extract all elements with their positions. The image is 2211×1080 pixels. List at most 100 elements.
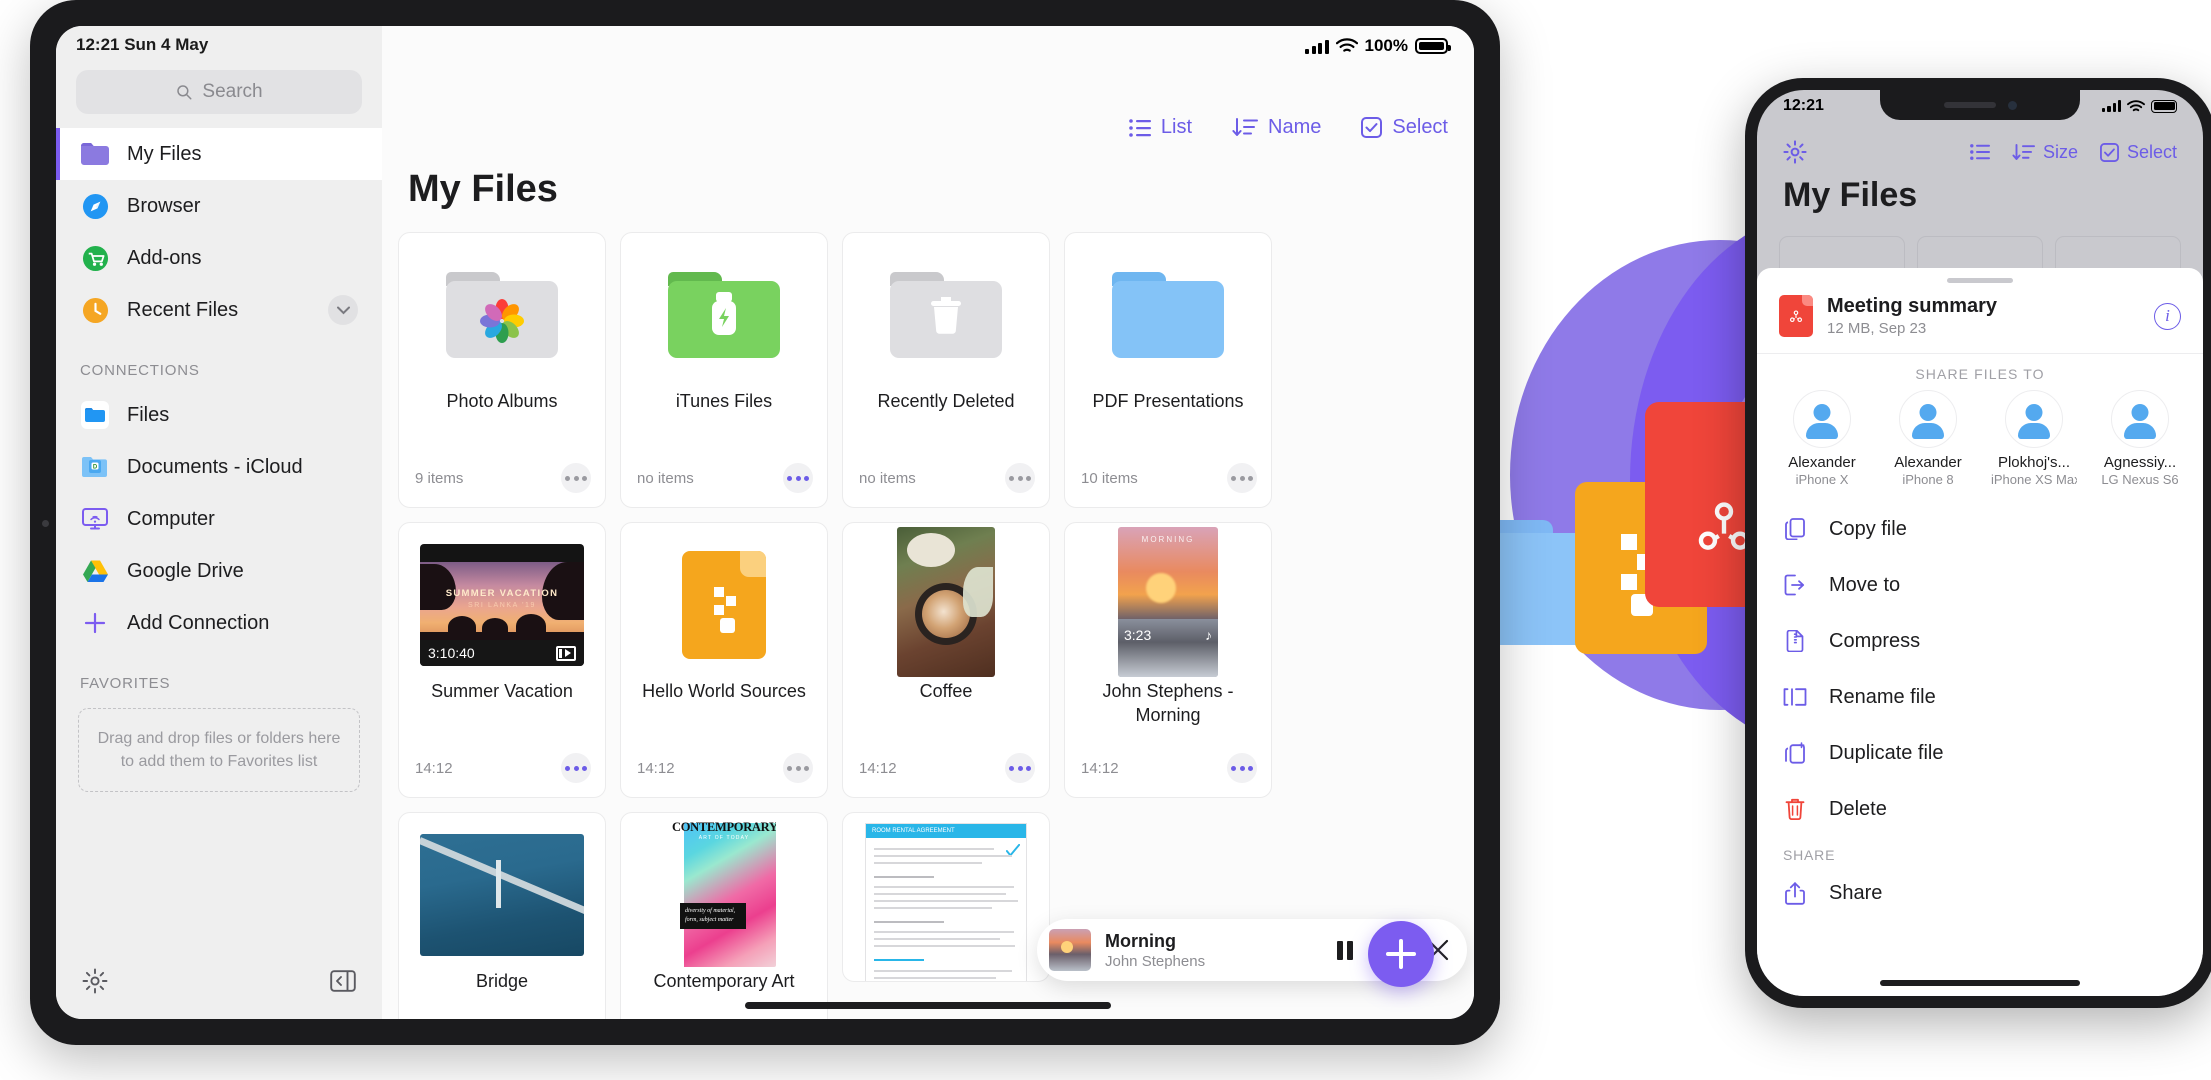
file-card-footer: 14:12 [637,753,813,783]
action-share[interactable]: Share [1757,865,2203,921]
sheet-actions: Copy file Move to Compress Rename file D… [1757,487,2203,921]
art-title: CONTEMPORARY [672,820,776,834]
file-card[interactable]: Bridge 16:25 [398,812,606,1019]
copy-icon [1783,516,1807,542]
file-thumbnail: MORNING 3:23 ♪ [1065,523,1271,677]
file-card-footer: 14:12 [859,753,1035,783]
gear-icon[interactable] [82,968,108,994]
sidebar-item-browser[interactable]: Browser [56,180,382,232]
action-compress[interactable]: Compress [1757,613,2203,669]
collapse-sidebar-icon[interactable] [330,969,356,993]
share-target[interactable]: Alexander iPhone X [1779,390,1865,487]
sort-button[interactable]: Size [2012,142,2078,163]
rename-icon [1783,684,1807,710]
select-button[interactable]: Select [2100,142,2177,163]
file-more-button[interactable] [1005,463,1035,493]
file-more-button[interactable] [783,463,813,493]
action-label: Delete [1829,797,1887,820]
select-button[interactable]: Select [1361,116,1448,139]
action-copy-file[interactable]: Copy file [1757,501,2203,557]
sidebar-item-add-connection[interactable]: Add Connection [56,597,382,649]
file-more-button[interactable] [783,753,813,783]
search-container: Search [56,64,382,128]
main-toolbar: List Name Select [1129,116,1448,139]
info-icon[interactable]: i [2154,302,2181,330]
file-card[interactable]: ROOM RENTAL AGREEMENT [842,812,1050,982]
action-label: Copy file [1829,517,1907,540]
page-title: My Files [408,168,558,210]
sidebar-item-my-files[interactable]: My Files [56,128,382,180]
share-section-header: SHARE [1783,847,1836,863]
sidebar-item-label: Browser [127,194,201,217]
google-drive-icon [80,556,110,586]
action-label: Rename file [1829,685,1936,708]
ipad-status-right: 100% [1305,36,1451,56]
sort-label: Size [2042,141,2078,162]
sheet-file-meta: 12 MB, Sep 23 [1827,320,1927,337]
action-duplicate-file[interactable]: Duplicate file [1757,725,2203,781]
folder-green-usb-icon [668,272,780,358]
share-target-name: Alexander [1894,454,1962,471]
sidebar-item-label: Files [127,403,170,426]
ipad-camera [42,520,49,527]
share-target[interactable]: Agnessiy... LG Nexus S6 [2097,390,2183,487]
film-icon [556,645,576,661]
player-track-artist: John Stephens [1105,952,1206,970]
file-card-footer: 14:12 [1081,753,1257,783]
sort-button[interactable]: Name [1232,116,1321,139]
file-name: Hello World Sources [642,681,806,701]
sidebar-item-computer[interactable]: Computer [56,493,382,545]
action-move-to[interactable]: Move to [1757,557,2203,613]
sidebar-item-add-ons[interactable]: Add-ons [56,232,382,284]
chevron-down-icon[interactable] [328,295,358,325]
checkbox-checked-icon [2100,142,2119,162]
file-name: John Stephens - Morning [1102,681,1234,726]
sidebar-item-google-drive[interactable]: Google Drive [56,545,382,597]
file-card[interactable]: MORNING 3:23 ♪ John Stephens - Morning 1… [1064,522,1272,798]
audio-morning-thumbnail: MORNING 3:23 ♪ [1118,527,1218,677]
share-icon [1783,880,1807,906]
share-target-device: LG Nexus S6 [2101,472,2179,487]
sidebar-item-label: Add Connection [127,611,270,634]
file-more-button[interactable] [1005,753,1035,783]
file-more-button[interactable] [1227,753,1257,783]
favorites-drop-zone[interactable]: Drag and drop files or folders here to a… [78,708,360,793]
sidebar-item-files[interactable]: Files [56,389,382,441]
file-card[interactable]: CONTEMPORARY ART OF TODAY diversity of m… [620,812,828,1019]
sheet-file-name: Meeting summary [1827,295,1998,317]
search-input[interactable]: Search [76,70,362,114]
share-target[interactable]: Plokhoj's... iPhone XS Max [1991,390,2077,487]
view-mode-button[interactable]: List [1129,116,1192,139]
sidebar-item-label: Computer [127,507,215,530]
file-name: Recently Deleted [877,391,1015,411]
computer-monitor-icon [80,504,110,534]
gear-icon[interactable] [1783,140,1807,164]
pause-icon[interactable] [1337,940,1353,960]
list-view-icon[interactable] [1970,144,1990,160]
share-target[interactable]: Alexander iPhone 8 [1885,390,1971,487]
move-to-icon [1783,572,1807,598]
file-thumbnail [621,523,827,673]
sidebar-item-documents-icloud[interactable]: D Documents - iCloud [56,441,382,493]
file-card-footer: 10 items [1081,463,1257,493]
action-delete[interactable]: Delete [1757,781,2203,837]
select-label: Select [1392,116,1448,138]
audio-duration: 3:23 [1124,627,1152,643]
file-card[interactable]: SUMMER VACATION SRI LANKA '19 3:10:40 Su… [398,522,606,798]
file-card[interactable]: iTunes Files no items [620,232,828,508]
file-card[interactable]: PDF Presentations 10 items [1064,232,1272,508]
checkbox-checked-icon [1361,117,1383,138]
action-rename-file[interactable]: Rename file [1757,669,2203,725]
file-more-button[interactable] [561,753,591,783]
file-more-button[interactable] [1227,463,1257,493]
sidebar-item-recent-files[interactable]: Recent Files [56,284,382,336]
file-more-button[interactable] [561,463,591,493]
file-card[interactable]: Recently Deleted no items [842,232,1050,508]
list-view-icon [1129,118,1151,137]
cellular-signal-icon [1305,39,1329,54]
file-card[interactable]: Photo Albums 9 items [398,232,606,508]
select-label: Select [2126,141,2177,162]
file-card[interactable]: Hello World Sources 14:12 [620,522,828,798]
add-file-fab[interactable] [1368,921,1434,987]
file-card[interactable]: Coffee 14:12 [842,522,1050,798]
